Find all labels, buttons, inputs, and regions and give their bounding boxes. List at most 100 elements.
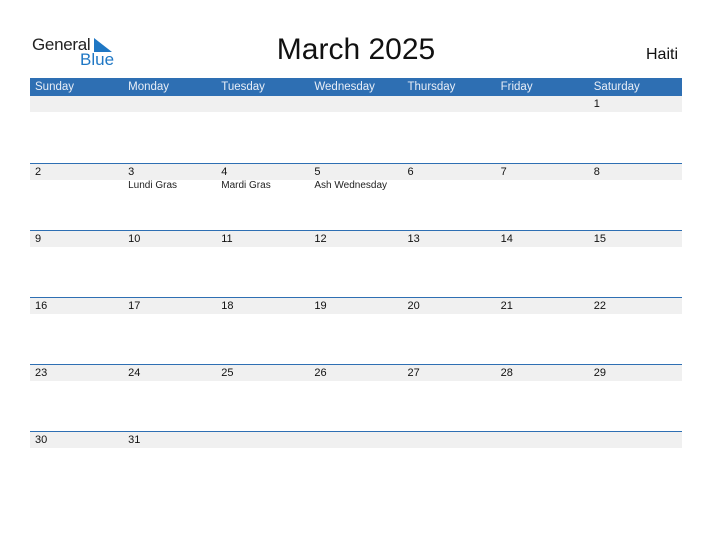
day-number: 19	[314, 300, 327, 312]
day-number: 18	[221, 300, 234, 312]
day-number: 8	[593, 166, 600, 178]
day-cell: 11	[216, 231, 309, 247]
day-number: 28	[500, 367, 513, 379]
day-cell	[216, 432, 309, 448]
day-number	[314, 96, 402, 112]
day-number: 24	[128, 367, 141, 379]
day-number: 15	[593, 233, 606, 245]
day-cell	[589, 432, 682, 448]
day-cell	[309, 96, 402, 112]
day-number	[408, 432, 496, 448]
day-cell: 12	[309, 231, 402, 247]
day-cell	[496, 96, 589, 112]
day-cell: 25	[216, 365, 309, 381]
day-cell: 24	[123, 365, 216, 381]
calendar-grid: Sunday Monday Tuesday Wednesday Thursday…	[30, 78, 682, 451]
day-number	[408, 96, 496, 112]
day-number: 22	[593, 300, 606, 312]
holiday-label: Ash Wednesday	[314, 180, 388, 191]
day-number: 30	[35, 434, 48, 446]
day-number: 1	[593, 98, 600, 110]
day-number: 25	[221, 367, 234, 379]
day-cell: 9	[30, 231, 123, 247]
weekday-thursday: Thursday	[407, 81, 456, 93]
day-number	[35, 96, 123, 112]
day-cell: 8	[589, 164, 682, 192]
day-cell: 21	[496, 298, 589, 314]
day-number	[221, 432, 309, 448]
day-cell: 28	[496, 365, 589, 381]
day-number: 12	[314, 233, 327, 245]
day-number	[221, 96, 309, 112]
week-row: 9 10 11 12 13 14 15	[30, 230, 682, 297]
day-number: 14	[500, 233, 513, 245]
day-number: 10	[128, 233, 141, 245]
day-cell	[216, 96, 309, 112]
day-cell: 15	[589, 231, 682, 247]
week-row: 2 3 Lundi Gras 4 Mardi Gras 5 Ash Wednesday 6 7 8	[30, 163, 682, 230]
day-cell: 7	[496, 164, 589, 192]
day-cell	[123, 96, 216, 112]
day-number: 9	[35, 233, 42, 245]
day-cell: 2	[30, 164, 123, 192]
day-number: 20	[407, 300, 420, 312]
day-cell	[496, 432, 589, 448]
holiday-label: Mardi Gras	[221, 180, 271, 191]
day-cell: 1	[589, 96, 682, 112]
day-cell: 30	[30, 432, 123, 448]
week-row: 23 24 25 26 27 28 29	[30, 364, 682, 431]
day-number: 31	[128, 434, 141, 446]
day-cell	[403, 96, 496, 112]
day-cell: 14	[496, 231, 589, 247]
day-cell: 31	[123, 432, 216, 448]
weekday-wednesday: Wednesday	[314, 81, 375, 93]
day-number: 7	[500, 166, 507, 178]
day-cell: 16	[30, 298, 123, 314]
day-number	[128, 96, 216, 112]
day-cell: 26	[309, 365, 402, 381]
day-number: 2	[35, 166, 42, 178]
day-number	[501, 96, 589, 112]
day-cell	[403, 432, 496, 448]
day-cell: 4 Mardi Gras	[216, 164, 309, 192]
day-cell: 22	[589, 298, 682, 314]
day-cell: 5 Ash Wednesday	[309, 164, 402, 192]
weeks-container: 1 2 3 Lundi Gras 4 Mardi Gras 5 Ash Wednesday 6 7…	[30, 96, 682, 451]
day-cell	[30, 96, 123, 112]
week-row: 1	[30, 96, 682, 163]
weekday-friday: Friday	[500, 81, 533, 93]
day-cell	[309, 432, 402, 448]
day-number: 23	[35, 367, 48, 379]
day-cell: 29	[589, 365, 682, 381]
day-cell: 23	[30, 365, 123, 381]
weekday-monday: Monday	[128, 81, 170, 93]
day-number: 29	[593, 367, 606, 379]
day-number	[501, 432, 589, 448]
day-cell: 20	[403, 298, 496, 314]
day-number: 27	[407, 367, 420, 379]
day-number	[314, 432, 402, 448]
day-number: 16	[35, 300, 48, 312]
day-cell: 19	[309, 298, 402, 314]
day-number: 11	[221, 233, 233, 245]
day-number: 4	[221, 166, 228, 178]
day-number	[594, 432, 682, 448]
weekday-tuesday: Tuesday	[221, 81, 265, 93]
weekday-saturday: Saturday	[593, 81, 640, 93]
day-number: 13	[407, 233, 420, 245]
day-number: 6	[407, 166, 414, 178]
day-cell: 3 Lundi Gras	[123, 164, 216, 192]
day-number: 17	[128, 300, 141, 312]
week-row: 16 17 18 19 20 21 22	[30, 297, 682, 364]
day-cell: 27	[403, 365, 496, 381]
day-number: 5	[314, 166, 321, 178]
day-cell: 17	[123, 298, 216, 314]
weekday-header: Sunday Monday Tuesday Wednesday Thursday…	[30, 78, 682, 96]
country-label: Haiti	[645, 46, 678, 63]
day-cell: 18	[216, 298, 309, 314]
day-number: 26	[314, 367, 327, 379]
day-number: 3	[128, 166, 135, 178]
holiday-label: Lundi Gras	[128, 180, 178, 191]
day-cell: 10	[123, 231, 216, 247]
week-row: 30 31	[30, 431, 682, 451]
